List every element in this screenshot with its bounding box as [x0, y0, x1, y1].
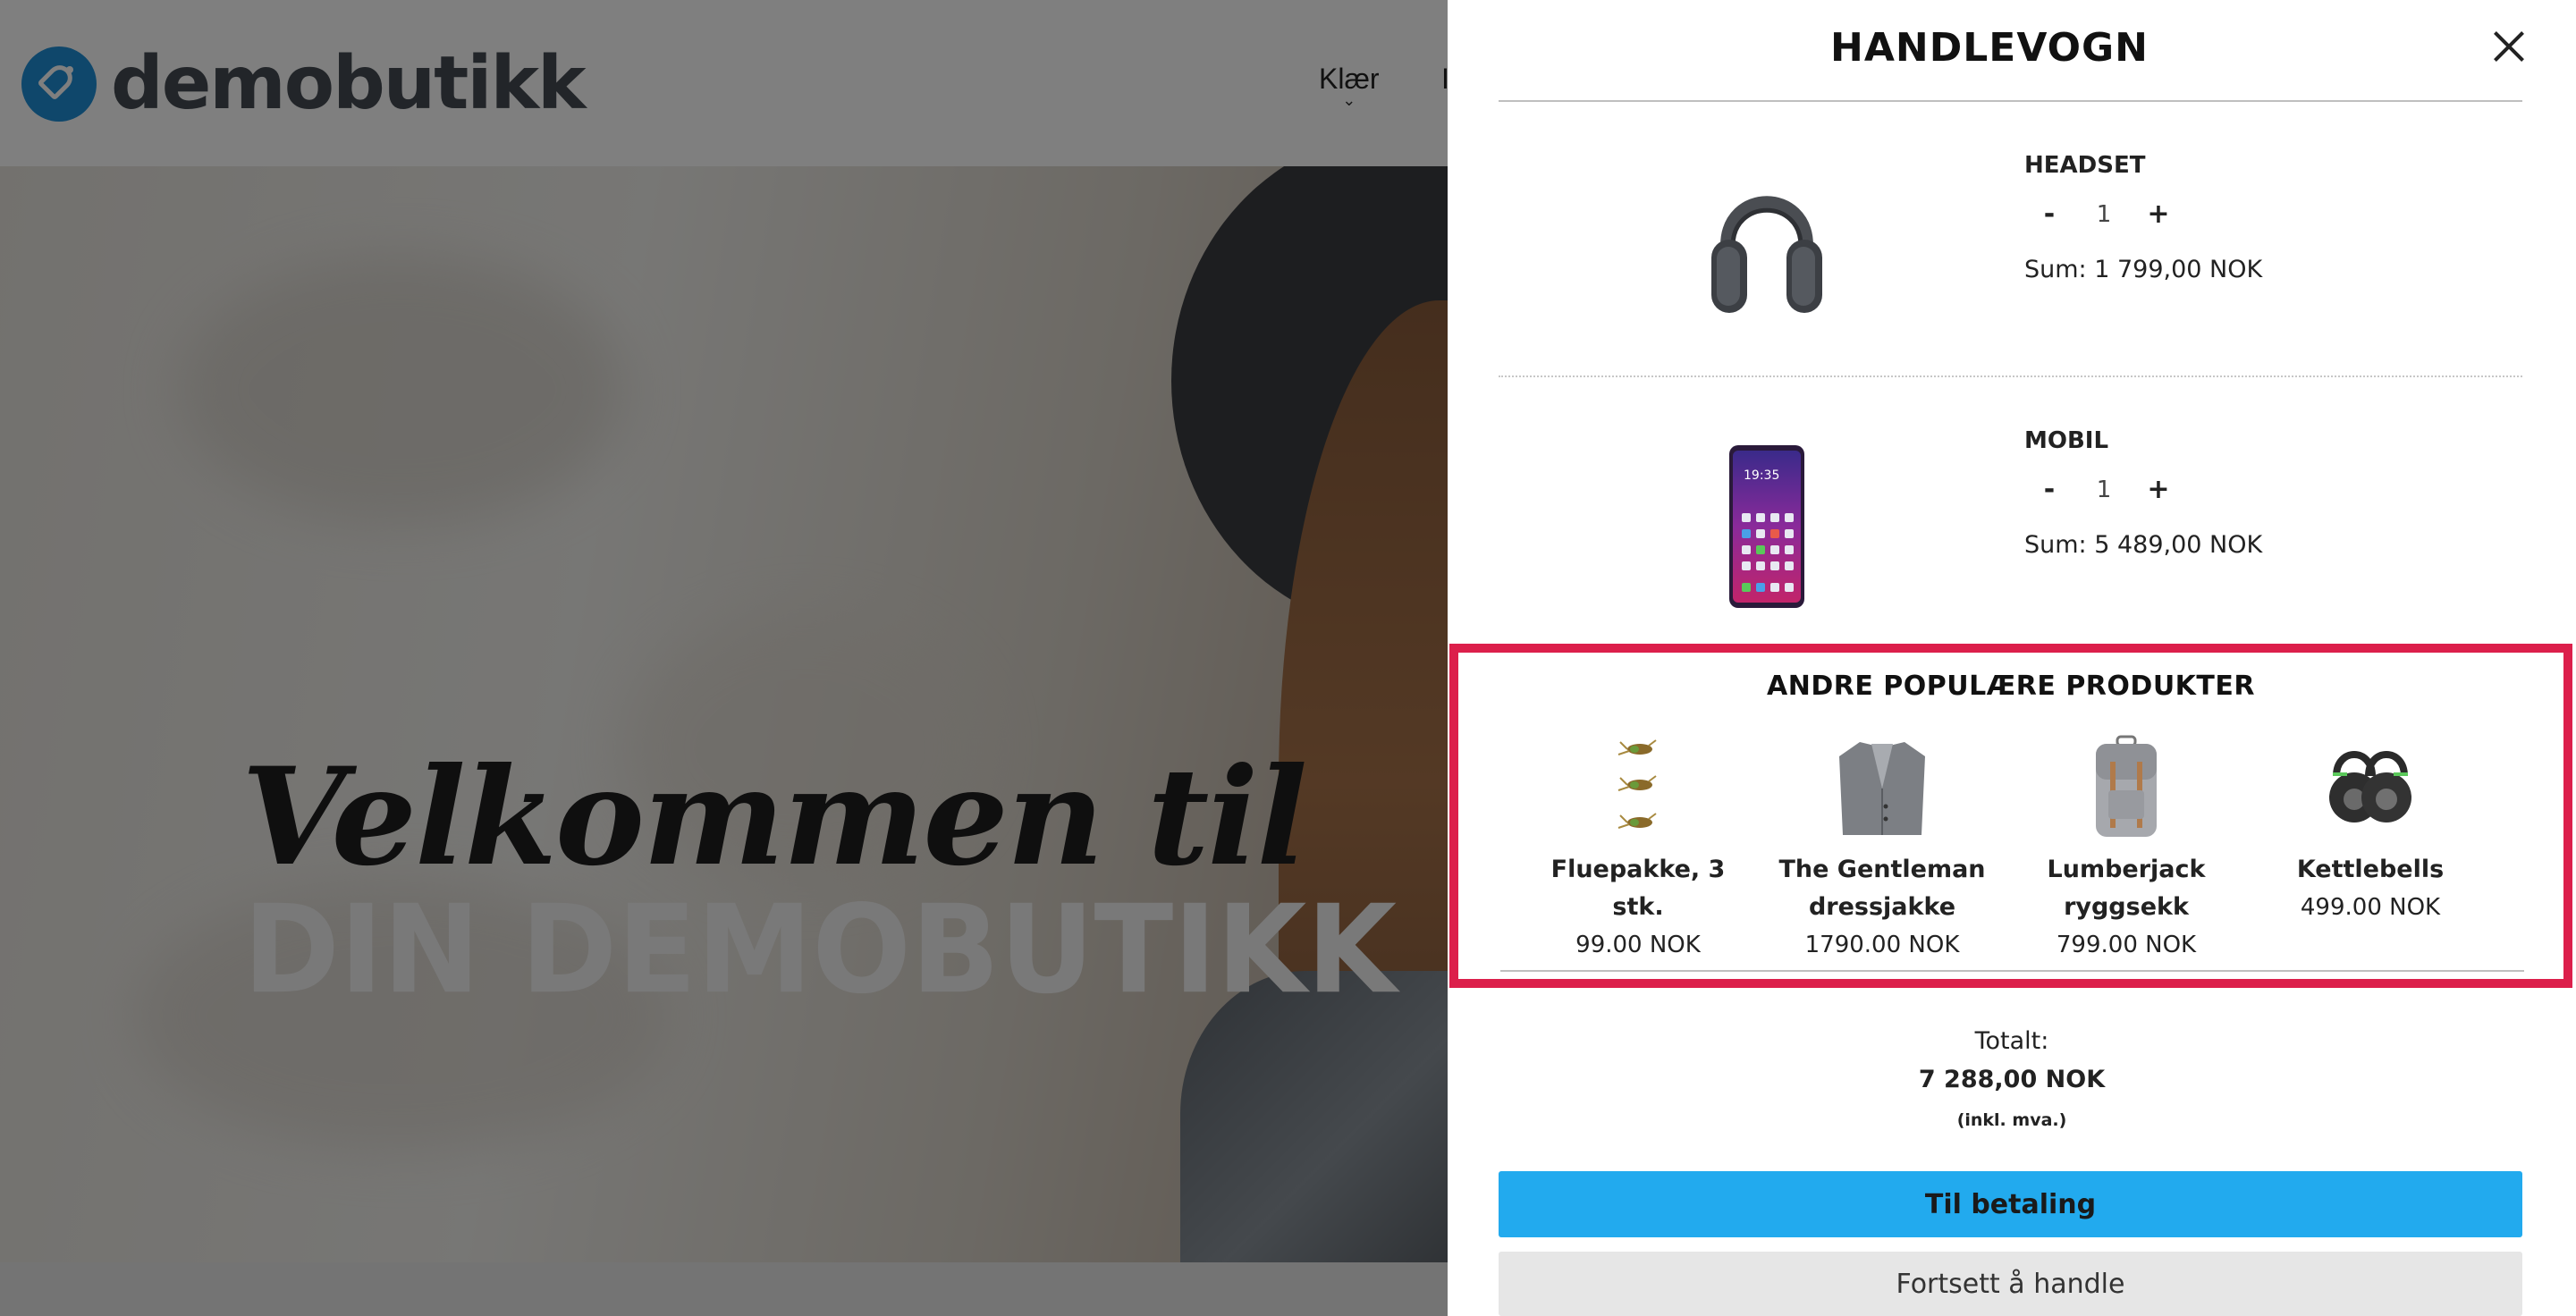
quantity-stepper: - 1 +: [2024, 474, 2183, 505]
increase-qty-button[interactable]: +: [2133, 198, 2183, 230]
popular-product-card[interactable]: Fluepakke, 3 stk. 99.00 NOK: [1522, 735, 1754, 964]
popular-product-name: Lumberjack ryggsekk: [2047, 856, 2206, 921]
popular-products-panel: ANDRE POPULÆRE PRODUKTER Fluepakke, 3 st…: [1449, 644, 2572, 988]
decrease-qty-button[interactable]: -: [2024, 198, 2074, 230]
total-value: 7 288,00 NOK: [1918, 1066, 2106, 1093]
svg-text:19:35: 19:35: [1744, 468, 1779, 483]
quantity-stepper: - 1 +: [2024, 198, 2183, 230]
modal-overlay[interactable]: [0, 0, 1448, 1316]
cart-item-sum: Sum: 5 489,00 NOK: [2024, 531, 2263, 559]
kettlebells-image: [2329, 751, 2411, 822]
cart-item: HEADSET - 1 + Sum: 1 799,00 NOK: [1499, 152, 2522, 420]
phone-image: 19:35: [1729, 445, 1804, 608]
quantity-value[interactable]: 1: [2074, 477, 2133, 503]
cart-item-name: HEADSET: [2024, 152, 2146, 179]
popular-product-price: 1790.00 NOK: [1804, 932, 1960, 958]
checkout-button[interactable]: Til betaling: [1499, 1171, 2522, 1237]
popular-product-price: 99.00 NOK: [1575, 932, 1701, 958]
cart-item-sum: Sum: 1 799,00 NOK: [2024, 256, 2263, 283]
suit-jacket-image: [1839, 742, 1925, 835]
divider: [1500, 970, 2524, 972]
vat-note: (inkl. mva.): [1956, 1110, 2067, 1130]
cart-title: HANDLEVOGN: [1830, 25, 2149, 71]
popular-product-price: 499.00 NOK: [2300, 894, 2441, 921]
popular-product-card[interactable]: Kettlebells 499.00 NOK: [2254, 735, 2487, 926]
quantity-value[interactable]: 1: [2074, 201, 2133, 228]
popular-product-price: 799.00 NOK: [2056, 932, 2197, 958]
headset-image: [1711, 196, 1822, 313]
divider: [1499, 375, 2522, 377]
total-label: Totalt:: [1974, 1027, 2049, 1055]
divider: [1499, 100, 2522, 102]
close-icon[interactable]: [2487, 25, 2530, 68]
cart-totals: Totalt: 7 288,00 NOK (inkl. mva.): [1448, 1024, 2576, 1140]
popular-product-card[interactable]: The Gentleman dressjakke 1790.00 NOK: [1766, 735, 1998, 964]
increase-qty-button[interactable]: +: [2133, 474, 2183, 505]
continue-shopping-button[interactable]: Fortsett å handle: [1499, 1252, 2522, 1316]
fishing-flies-image: [1617, 739, 1657, 829]
popular-product-name: Kettlebells: [2296, 856, 2445, 883]
cart-item-name: MOBIL: [2024, 427, 2109, 454]
popular-products-title: ANDRE POPULÆRE PRODUKTER: [1767, 671, 2255, 702]
backpack-image: [2096, 735, 2157, 837]
popular-product-card[interactable]: Lumberjack ryggsekk 799.00 NOK: [2010, 735, 2242, 964]
popular-product-name: Fluepakke, 3 stk.: [1550, 856, 1726, 921]
popular-product-name: The Gentleman dressjakke: [1778, 856, 1986, 921]
decrease-qty-button[interactable]: -: [2024, 474, 2074, 505]
